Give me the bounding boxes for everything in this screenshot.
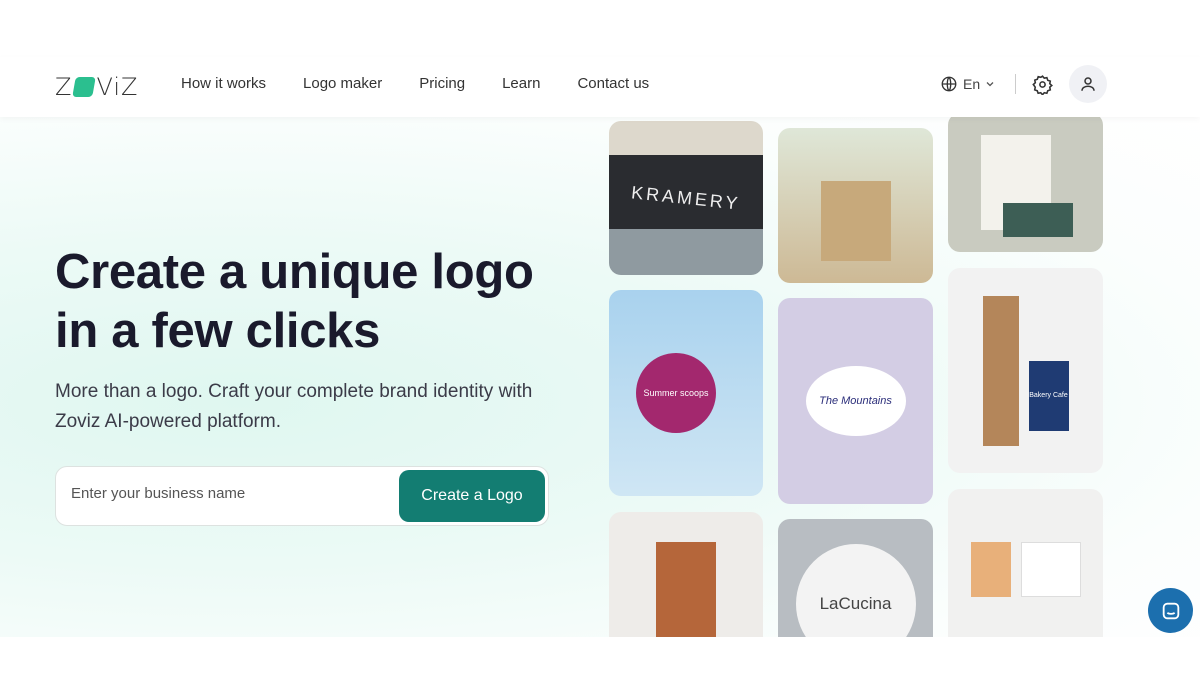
nav-how-it-works[interactable]: How it works [181,75,266,92]
divider [1015,74,1017,94]
business-name-form: Create a Logo [55,466,549,526]
chat-icon [1162,602,1179,619]
gallery-tile-cap: The Mountains [778,298,933,504]
hero-subtitle: More than a logo. Craft your complete br… [55,381,533,432]
account-button[interactable] [1069,65,1108,103]
chevron-down-icon [986,82,994,87]
gallery-tile-candle [948,489,1103,637]
business-name-input[interactable] [71,485,371,502]
nav-pricing[interactable]: Pricing [419,75,465,92]
kramery-sign-text: KRAMERY [630,181,742,214]
summer-scoops-text: Summer scoops [643,388,709,398]
chat-button[interactable] [1148,588,1193,633]
gallery-tile-plant-bag [778,128,933,283]
site-header: Z ViZ How it works Logo maker Pricing Lea… [0,57,1200,117]
logo-mark-icon [72,77,97,97]
main-nav: How it works Logo maker Pricing Learn Co… [181,75,649,92]
nav-logo-maker[interactable]: Logo maker [303,75,382,92]
language-label: En [963,76,981,92]
lacucina-sign-text: LaCucina [819,594,892,613]
hero-section: Create a unique logo in a few clicks Mor… [0,117,1200,637]
gallery-tile-stationery [948,117,1103,252]
language-selector[interactable]: En [940,75,995,93]
page-title: Create a unique logo in a few clicks [55,245,534,358]
nav-learn[interactable]: Learn [502,75,540,92]
gallery-tile-coffee: Bakery Cafe [948,268,1103,473]
gallery-tile-summer-scoops: Summer scoops [609,290,763,496]
gallery-tile-tote-bag [609,512,763,637]
create-logo-button[interactable]: Create a Logo [399,470,545,522]
nav-contact-us[interactable]: Contact us [577,75,649,92]
zoviz-logo[interactable]: Z ViZ [55,73,138,101]
user-icon [1081,77,1095,91]
mountains-cap-text: The Mountains [819,395,892,407]
gallery-tile-lacucina: LaCucina [778,519,933,637]
gear-icon[interactable] [1032,74,1054,95]
bakery-cafe-text: Bakery Cafe [1029,392,1068,399]
gallery-tile-kramery: KRAMERY [609,121,763,275]
globe-icon [941,76,957,92]
